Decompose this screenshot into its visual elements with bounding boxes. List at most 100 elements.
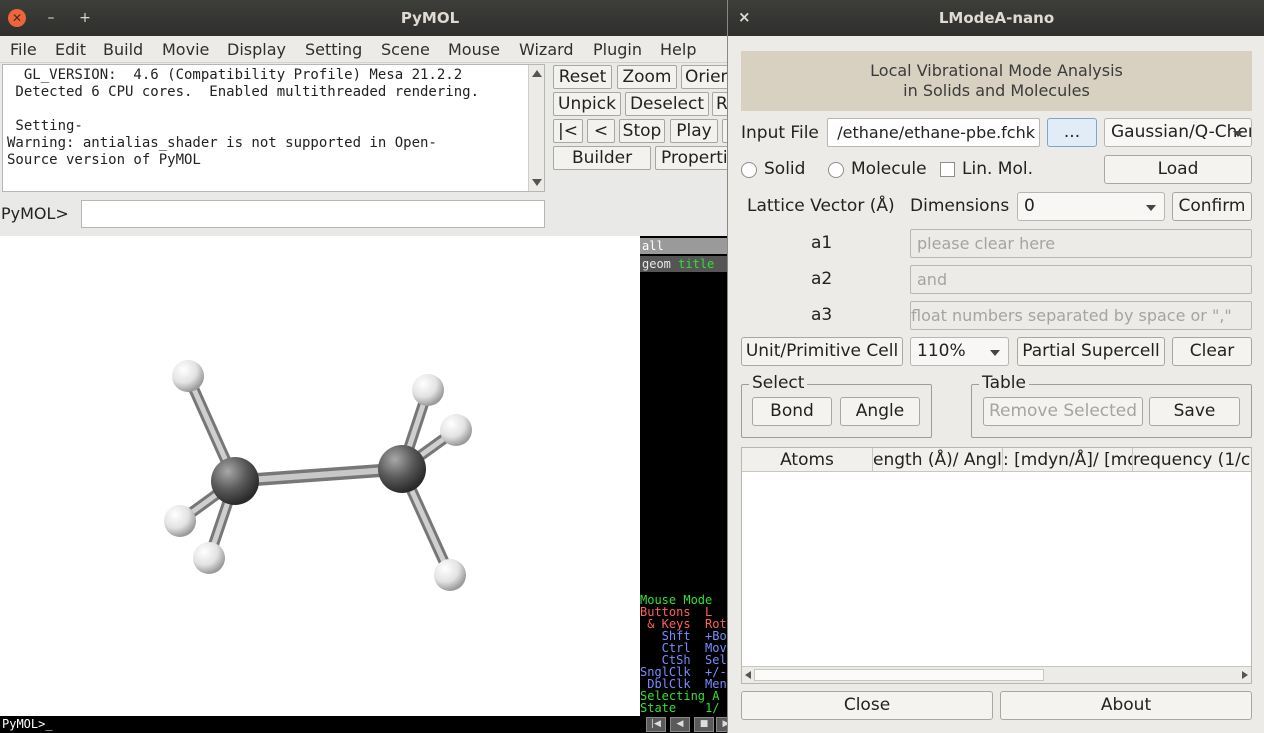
console-line: Detected 6 CPU cores. Enabled multithrea… [7, 84, 480, 100]
carbon-atom [378, 445, 426, 493]
menu-mouse[interactable]: Mouse [448, 40, 500, 59]
hydrogen-atom [440, 414, 472, 446]
back-button[interactable]: < [587, 119, 615, 143]
console-line: Warning: antialias_shader is not support… [7, 135, 437, 151]
zoom-button[interactable]: Zoom [617, 65, 677, 89]
scroll-right-icon[interactable] [1242, 671, 1248, 679]
a1-input[interactable]: please clear here [910, 229, 1252, 258]
save-button[interactable]: Save [1149, 397, 1240, 426]
play-button[interactable]: Play [670, 119, 718, 143]
browse-button[interactable]: ... [1047, 118, 1097, 147]
a2-label: a2 [811, 269, 833, 289]
scale-select[interactable]: 110% [910, 337, 1009, 366]
object-geom-name: geom [642, 257, 671, 271]
partial-supercell-button[interactable]: Partial Supercell [1017, 337, 1165, 366]
linear-molecule-checkbox[interactable] [940, 162, 955, 177]
command-input[interactable] [81, 200, 545, 228]
scale-value: 110% [917, 341, 966, 361]
console-line: GL_VERSION: 4.6 (Compatibility Profile) … [7, 67, 463, 83]
molecule-label: Molecule [851, 159, 927, 179]
menu-help[interactable]: Help [660, 40, 696, 59]
reset-button[interactable]: Reset [553, 65, 612, 89]
program-select[interactable]: Gaussian/Q-Chem [1104, 118, 1252, 147]
banner-line2: in Solids and Molecules [903, 81, 1090, 100]
column-length-angle[interactable]: ength (Å)/ Angle ( [873, 448, 1003, 472]
clear-button[interactable]: Clear [1172, 337, 1252, 366]
prev-frame-icon[interactable]: ◀ [670, 717, 690, 732]
molecule-radio[interactable] [828, 162, 844, 178]
input-file-field[interactable]: /ethane/ethane-pbe.fchk [827, 118, 1040, 147]
chevron-down-icon [1233, 131, 1243, 137]
hydrogen-atom [164, 505, 196, 537]
table-header: Atoms ength (Å)/ Angle ( : [mdyn/Å]/ [md… [742, 448, 1251, 472]
object-geom-title: title [678, 257, 715, 271]
solid-radio[interactable] [741, 162, 757, 178]
state-indicator: State 1/ [640, 701, 720, 715]
scrollbar-thumb[interactable] [754, 669, 1044, 681]
angle-button[interactable]: Angle [840, 397, 920, 426]
column-atoms[interactable]: Atoms [742, 448, 873, 472]
menu-wizard[interactable]: Wizard [519, 40, 574, 59]
solid-label: Solid [764, 159, 806, 179]
a2-input[interactable]: and [910, 265, 1252, 294]
banner-line1: Local Vibrational Mode Analysis [870, 61, 1123, 80]
program-select-value: Gaussian/Q-Chem [1111, 122, 1252, 142]
hydrogen-atom [172, 360, 204, 392]
carbon-atom [211, 457, 259, 505]
ethane-molecule [164, 360, 472, 591]
menu-scene[interactable]: Scene [381, 40, 430, 59]
scroll-down-icon[interactable] [532, 179, 542, 186]
about-button[interactable]: About [1000, 691, 1252, 720]
molecule-viewport[interactable] [0, 236, 640, 716]
menu-edit[interactable]: Edit [55, 40, 86, 59]
column-force-constant[interactable]: : [mdyn/Å]/ [mdy [1003, 448, 1133, 472]
hydrogen-atom [412, 374, 444, 406]
table-horizontal-scrollbar[interactable] [742, 666, 1251, 683]
remove-selected-button[interactable]: Remove Selected [983, 397, 1143, 426]
scroll-up-icon[interactable] [532, 70, 542, 77]
dimensions-value: 0 [1024, 196, 1035, 216]
scroll-left-icon[interactable] [745, 671, 751, 679]
command-prompt-label: PyMOL> [1, 204, 69, 223]
bond-button[interactable]: Bond [752, 397, 832, 426]
banner: Local Vibrational Mode Analysis in Solid… [741, 51, 1252, 111]
hydrogen-atom [434, 559, 466, 591]
dimensions-select[interactable]: 0 [1017, 192, 1165, 221]
select-group-title: Select [749, 373, 808, 393]
dimensions-label: Dimensions [910, 196, 1010, 216]
input-file-label: Input File [741, 123, 819, 143]
deselect-button[interactable]: Deselect [625, 92, 709, 116]
unpick-button[interactable]: Unpick [553, 92, 621, 116]
results-table: Atoms ength (Å)/ Angle ( : [mdyn/Å]/ [md… [741, 447, 1252, 684]
a1-label: a1 [811, 233, 833, 253]
console-line: Setting- [7, 118, 83, 134]
menu-display[interactable]: Display [227, 40, 286, 59]
confirm-button[interactable]: Confirm [1172, 192, 1252, 221]
table-group-title: Table [979, 373, 1029, 393]
input-file-value: /ethane/ethane-pbe.fchk [837, 123, 1035, 142]
builder-button[interactable]: Builder [553, 146, 651, 170]
lmodea-titlebar: × LModeA-nano [728, 0, 1264, 36]
linear-molecule-label: Lin. Mol. [962, 159, 1033, 179]
menu-file[interactable]: File [10, 40, 37, 59]
a3-input[interactable]: float numbers separated by space or "," [910, 301, 1252, 330]
first-frame-icon[interactable]: |◀ [646, 717, 666, 732]
menu-movie[interactable]: Movie [162, 40, 209, 59]
chevron-down-icon [990, 350, 1000, 356]
console-scrollbar[interactable] [528, 65, 544, 191]
load-button[interactable]: Load [1104, 155, 1252, 184]
menu-build[interactable]: Build [103, 40, 143, 59]
console-line: Source version of PyMOL [7, 152, 201, 168]
stop-frame-icon[interactable]: ■ [694, 717, 714, 732]
close-button[interactable]: Close [741, 691, 993, 720]
column-frequency[interactable]: requency (1/cm [1133, 448, 1251, 472]
menu-plugin[interactable]: Plugin [593, 40, 642, 59]
a3-label: a3 [811, 305, 833, 325]
unit-primitive-cell-button[interactable]: Unit/Primitive Cell [741, 337, 903, 366]
status-prompt: PyMOL>_ [2, 717, 53, 731]
stop-button[interactable]: Stop [619, 119, 665, 143]
hydrogen-atom [193, 542, 225, 574]
menu-setting[interactable]: Setting [305, 40, 362, 59]
rewind-button[interactable]: |< [553, 119, 583, 143]
chevron-down-icon [1146, 205, 1156, 211]
